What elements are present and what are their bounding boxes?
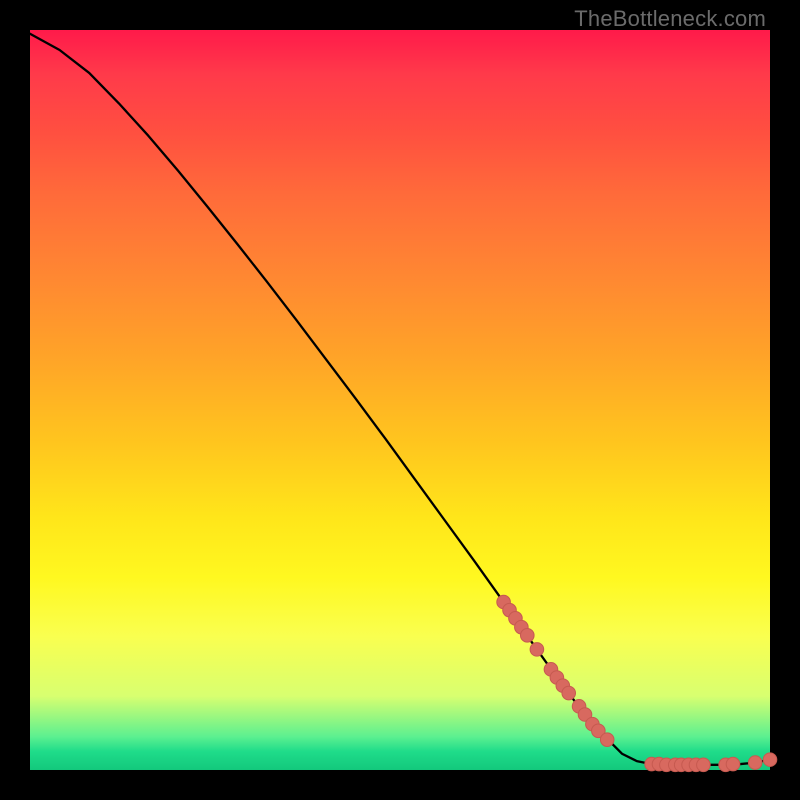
data-marker — [726, 757, 740, 771]
bottleneck-curve — [30, 34, 770, 765]
data-marker — [697, 758, 711, 772]
data-marker — [520, 629, 534, 643]
data-marker — [600, 733, 614, 747]
watermark-text: TheBottleneck.com — [574, 6, 766, 32]
data-marker — [530, 643, 544, 657]
data-marker — [763, 753, 777, 767]
chart-stage: TheBottleneck.com — [0, 0, 800, 800]
data-marker — [562, 686, 576, 700]
curve-markers — [497, 595, 777, 771]
plot-area — [30, 30, 770, 770]
curve-svg — [30, 30, 770, 770]
data-marker — [748, 756, 762, 770]
